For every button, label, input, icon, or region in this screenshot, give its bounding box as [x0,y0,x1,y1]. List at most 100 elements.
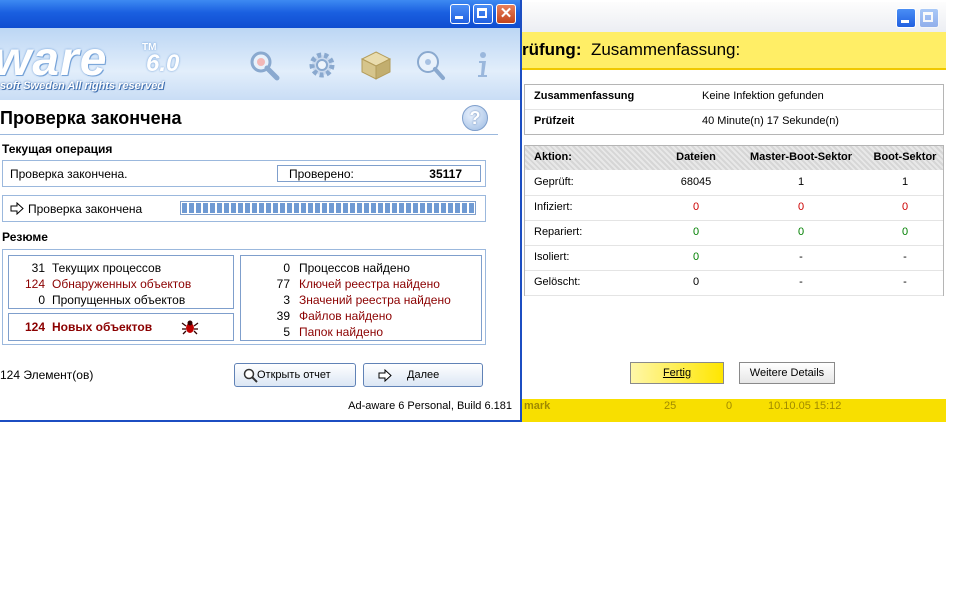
elements-count: 124 Элемент(ов) [0,368,94,382]
action-row-value: 0 [901,226,909,238]
action-row-value: 0 [692,251,700,263]
background-task-strip: mark 25 0 10.10.05 15:12 [522,399,946,422]
task-strip-name: mark [524,400,551,412]
open-report-button[interactable]: Открыть отчет [234,363,356,387]
panel-title-band: Проверка закончена [0,102,498,135]
details-button[interactable]: Weitere Details [739,362,835,384]
done-button-label: Fertig [662,367,692,379]
search-disc-icon[interactable] [413,48,447,82]
right-stat-value: 5 [283,325,290,339]
right-stat-label: Файлов найдено [299,309,392,323]
left-stat-value: 124 [24,277,45,291]
action-column-header: Aktion: [534,151,572,163]
left-stat-value: 31 [31,261,45,275]
summary-heading: rüfung: Zusammenfassung: [522,40,740,60]
action-row-divider [525,295,943,296]
info-row-label: Prüfzeit [534,115,575,127]
action-row-value: 68045 [680,176,712,188]
right-stat-value: 3 [283,293,290,307]
info-table: Zusammenfassung Keine Infektion gefunden P… [524,84,944,135]
action-row-divider [525,195,943,196]
panel-title: Проверка закончена [0,108,182,128]
current-operation-status: Проверка закончена. [10,167,128,181]
action-row-label: Isoliert: [534,251,570,263]
checked-value: 35117 [429,167,462,181]
current-operation-box: Проверка закончена. Проверено: 35117 [2,160,486,187]
action-column-header: Dateien [676,151,716,163]
left-stat-label: Обнаруженных объектов [52,277,192,291]
action-row-value: 0 [692,201,700,213]
info-row-divider [525,109,943,110]
next-button[interactable]: Далее [363,363,483,387]
next-arrow-icon [378,369,392,382]
right-stats-panel: 0 Процессов найдено 77 Ключей реестра найде… [240,255,482,341]
right-stat-label: Процессов найдено [299,261,410,275]
action-row-label: Infiziert: [534,201,573,213]
arrow-right-icon [10,202,24,215]
action-row-value: 1 [901,176,909,188]
action-row-value: 1 [797,176,805,188]
progress-bar [180,201,476,215]
minimize-icon [897,9,915,27]
action-row-divider [525,220,943,221]
action-row-value: 0 [901,201,909,213]
current-operation-label: Текущая операция [2,142,113,156]
heading-text: Zusammenfassung: [590,40,741,59]
heading-bold-part: rüfung: [522,40,582,59]
maximize-button[interactable] [473,4,493,24]
right-stat-label: Папок найдено [299,325,384,339]
action-row-label: Geprüft: [534,176,574,188]
action-column-header: Master-Boot-Sektor [749,151,853,163]
summary-minimize-button[interactable] [896,8,916,28]
info-icon[interactable] [466,48,500,82]
task-strip-date: 10.10.05 15:12 [768,400,842,412]
minimize-button[interactable] [450,4,470,24]
copyright-text: soft Sweden All rights reserved [0,80,165,92]
new-objects-value: 124 [24,320,45,334]
next-label: Далее [407,369,440,381]
progress-fill [182,203,474,213]
left-stat-label: Пропущенных объектов [52,293,186,307]
logo-version: 6.0 [146,50,180,77]
action-row-label: Repariert: [534,226,583,238]
summary-header: rüfung: Zusammenfassung: [522,32,946,70]
action-column-header: Boot-Sektor [873,151,937,163]
task-strip-count: 25 [664,400,677,412]
action-row-value: 0 [692,276,700,288]
action-row-label: Gelöscht: [534,276,581,288]
bug-icon [181,320,199,335]
help-icon: ? [469,108,481,128]
maximize-icon [920,9,938,27]
adaware-window: ✕ ware TM 6.0 soft Sweden All rights res… [0,0,522,422]
details-button-label: Weitere Details [749,367,825,379]
left-stats-panel: 31 Текущих процессов 124 Обнаруженных объек… [8,255,234,309]
build-info: Ad-aware 6 Personal, Build 6.181 [348,400,512,412]
help-button[interactable]: ? [462,105,488,131]
action-row-value: 0 [797,226,805,238]
left-stat-value: 0 [38,293,45,307]
minimize-icon [451,5,469,23]
action-row-value: - [903,276,907,288]
info-row-value: Keine Infektion gefunden [702,90,824,102]
magnifier-icon[interactable] [247,48,281,82]
right-stat-label: Значений реестра найдено [299,293,451,307]
right-stat-value: 77 [276,277,290,291]
left-stat-label: Текущих процессов [52,261,162,275]
summary-titlebar [522,2,946,32]
close-icon: ✕ [499,5,513,22]
adaware-banner: ware TM 6.0 soft Sweden All rights reser… [0,28,520,100]
checked-counter: Проверено: 35117 [277,165,481,182]
info-row-value: 40 Minute(n) 17 Sekunde(n) [702,115,839,127]
close-button[interactable]: ✕ [496,4,516,24]
action-row-divider [525,270,943,271]
action-row-value: 0 [692,226,700,238]
done-button[interactable]: Fertig [630,362,724,384]
box-icon[interactable] [359,48,393,82]
action-row-value: 0 [797,201,805,213]
summary-window: rüfung: Zusammenfassung: Zusammenfassung… [522,0,946,422]
gear-icon[interactable] [305,48,339,82]
progress-label: Проверка закончена [28,202,143,216]
right-stat-value: 0 [283,261,290,275]
action-row-value: - [799,276,803,288]
task-strip-value: 0 [726,400,733,412]
